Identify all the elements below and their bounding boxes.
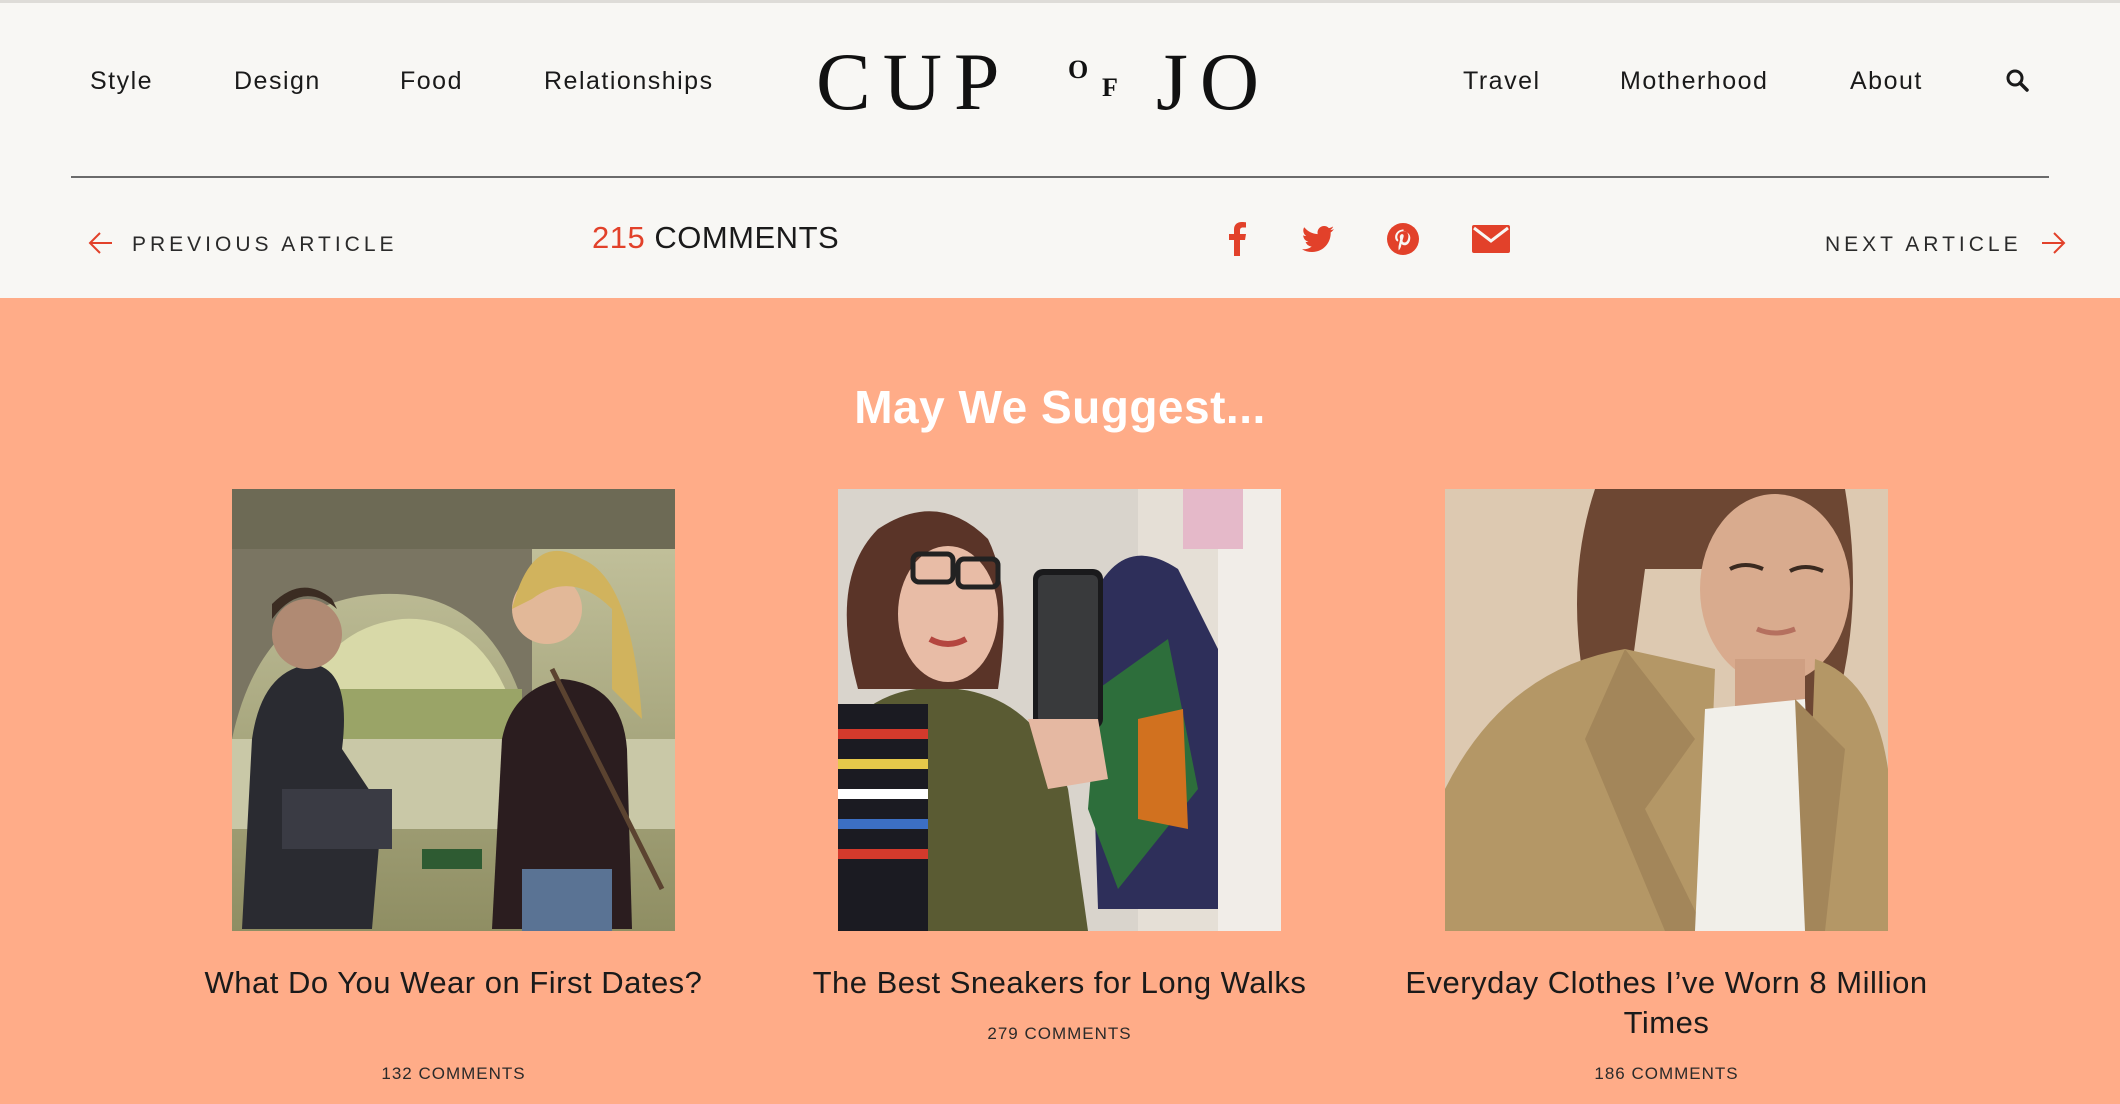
- logo-jo: JO: [1156, 36, 1272, 127]
- arrow-right-icon: [2040, 230, 2066, 261]
- card-image-trench-coat[interactable]: [1445, 489, 1888, 931]
- site-logo[interactable]: CUP O F JO: [816, 37, 1306, 127]
- card-title[interactable]: Everyday Clothes I’ve Worn 8 Million Tim…: [1405, 963, 1928, 1043]
- previous-article-link[interactable]: PREVIOUS ARTICLE: [88, 230, 398, 260]
- comments-count[interactable]: 215 COMMENTS: [592, 220, 839, 256]
- pinterest-icon[interactable]: [1382, 218, 1424, 260]
- logo-of-o: O: [1068, 55, 1093, 84]
- suggest-section: May We Suggest... What Do You Wear on Fi…: [0, 298, 2120, 1104]
- article-bar: PREVIOUS ARTICLE 215 COMMENTS NEXT ARTIC…: [0, 178, 2120, 298]
- search-icon[interactable]: [2004, 67, 2032, 95]
- previous-article-label: PREVIOUS ARTICLE: [132, 233, 398, 256]
- comments-label: COMMENTS: [654, 220, 840, 255]
- nav-relationships[interactable]: Relationships: [544, 67, 714, 96]
- nav-food[interactable]: Food: [400, 67, 463, 96]
- twitter-icon[interactable]: [1297, 218, 1339, 260]
- arrow-left-icon: [88, 230, 114, 261]
- site-header: Style Design Food Relationships CUP O F …: [0, 3, 2120, 177]
- card-comments[interactable]: 279 COMMENTS: [838, 1024, 1281, 1044]
- email-icon[interactable]: [1470, 218, 1512, 260]
- card-image-paris-boat[interactable]: [232, 489, 675, 931]
- logo-of-f: F: [1102, 73, 1122, 102]
- comments-number: 215: [592, 220, 646, 255]
- nav-style[interactable]: Style: [90, 67, 153, 96]
- next-article-link[interactable]: NEXT ARTICLE: [1825, 230, 2066, 260]
- nav-travel[interactable]: Travel: [1463, 67, 1541, 96]
- next-article-label: NEXT ARTICLE: [1825, 233, 2022, 256]
- nav-design[interactable]: Design: [234, 67, 321, 96]
- card-title[interactable]: What Do You Wear on First Dates?: [192, 963, 715, 1003]
- card-title[interactable]: The Best Sneakers for Long Walks: [798, 963, 1321, 1003]
- card-image-mirror-selfie[interactable]: [838, 489, 1281, 931]
- card-comments[interactable]: 132 COMMENTS: [232, 1064, 675, 1084]
- facebook-icon[interactable]: [1216, 218, 1258, 260]
- logo-cup: CUP: [816, 36, 1012, 127]
- card-comments[interactable]: 186 COMMENTS: [1445, 1064, 1888, 1084]
- suggest-title: May We Suggest...: [854, 381, 1266, 433]
- nav-about[interactable]: About: [1850, 67, 1923, 96]
- nav-motherhood[interactable]: Motherhood: [1620, 67, 1768, 96]
